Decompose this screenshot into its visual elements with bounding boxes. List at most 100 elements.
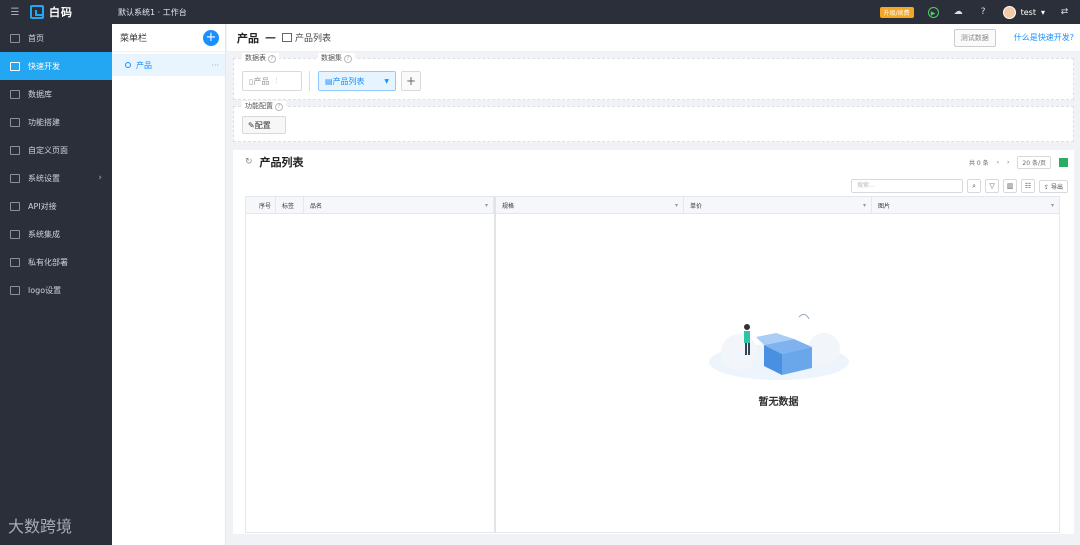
page-subtitle: 产品列表 — [295, 34, 332, 44]
brand-name: 白码 — [49, 6, 73, 19]
breadcrumb[interactable]: 默认系统1 · 工作台 — [118, 7, 187, 18]
dataset-value: 产品列表 — [332, 76, 365, 86]
question-icon[interactable]: ? — [268, 55, 276, 63]
dataset-select[interactable]: ▤ 产品列表 ▼ — [318, 71, 396, 91]
dataset-label: 数据集? — [318, 53, 355, 63]
menu-item-product[interactable]: 产品 ··· — [112, 54, 225, 76]
function-config-section: 功能配置? ✎ 配置 — [233, 101, 1074, 142]
top-right-tools: 升级/续费 ▶ ☁ ? test ▾ ⇄ — [879, 5, 1080, 19]
play-icon[interactable]: ▶ — [927, 6, 939, 18]
col-image[interactable]: 图片 ▾ — [872, 197, 1059, 213]
cube-icon — [10, 61, 20, 71]
support-icon[interactable]: ☁ — [953, 7, 964, 18]
caret-down-icon: ▾ — [862, 201, 866, 209]
config-button-label: 配置 — [254, 120, 271, 130]
edit-icon: ✎ — [248, 120, 255, 130]
table-value: 产品 — [253, 76, 270, 86]
menu-toggle-icon[interactable]: ☰ — [0, 7, 30, 18]
table-header: 序号 标签 品名 ▾ 规格 ▾ 单价 ▾ 图片 ▾ — [246, 197, 1059, 214]
more-icon[interactable]: ··· — [211, 61, 219, 70]
top-bar: ☰ 白码 默认系统1 · 工作台 升级/续费 ▶ ☁ ? test ▾ ⇄ — [0, 0, 1080, 24]
sidebar-item-home[interactable]: 首页 — [0, 24, 112, 52]
grid-view-icon[interactable] — [1059, 157, 1068, 167]
help-link[interactable]: 什么是快速开发? — [1014, 32, 1074, 43]
col-name[interactable]: 品名 ▾ — [304, 197, 494, 213]
search-input[interactable]: 搜索... — [851, 179, 964, 193]
page-icon — [10, 145, 20, 155]
switch-icon[interactable]: ⇄ — [1059, 7, 1070, 18]
add-menu-button[interactable]: + — [203, 30, 219, 46]
brand-logo-icon — [30, 5, 44, 19]
monitor-icon — [10, 173, 20, 183]
data-source-section: 数据表? 数据集? ▯ 产品 ⫶ ▤ 产品列表 ▼ + — [233, 53, 1074, 100]
config-button[interactable]: ✎ 配置 — [242, 116, 286, 134]
sidebar-item-database[interactable]: 数据库 — [0, 80, 112, 108]
col-price[interactable]: 单价 ▾ — [684, 197, 872, 213]
sidebar-item-label: API对接 — [28, 201, 57, 211]
sidebar-item-label: 系统设置 — [28, 173, 60, 183]
caret-down-icon: ▾ — [674, 201, 678, 209]
sidebar-item-label: 首页 — [28, 33, 44, 43]
refresh-icon[interactable]: ↻ — [245, 157, 253, 167]
empty-text: 暂无数据 — [758, 397, 799, 408]
title-dash: — — [265, 31, 276, 44]
caret-down-icon: ▾ — [1040, 7, 1045, 17]
menu-item-label: 产品 — [136, 60, 152, 70]
col-spec-label: 规格 — [502, 202, 515, 210]
page-size-select[interactable]: 20 条/页 — [1017, 155, 1051, 169]
empty-state: 暂无数据 — [496, 307, 1061, 408]
columns-icon[interactable]: ☷ — [1021, 179, 1036, 193]
next-page-icon[interactable]: › — [1007, 159, 1009, 166]
logo-icon — [10, 285, 20, 295]
api-icon — [10, 201, 20, 211]
col-index[interactable]: 序号 — [246, 197, 276, 213]
col-spec[interactable]: 规格 ▾ — [496, 197, 684, 213]
sidebar-item-custom-page[interactable]: 自定义页面 — [0, 136, 112, 164]
user-menu[interactable]: test ▾ — [1002, 5, 1045, 19]
prev-page-icon[interactable]: ‹ — [997, 159, 999, 166]
circle-icon — [125, 62, 131, 68]
sidebar-item-label: 私有化部署 — [28, 257, 68, 267]
col-price-label: 单价 — [690, 202, 703, 210]
help-book-icon[interactable]: ? — [978, 7, 989, 18]
search-icon[interactable]: ⌕ — [967, 179, 982, 193]
page-header: 产品 — 产品列表 测试数据 什么是快速开发? — [227, 24, 1080, 52]
sidebar-item-label: 数据库 — [28, 89, 52, 99]
chart-icon[interactable]: ▥ — [1003, 179, 1018, 193]
watermark: 大数跨境 — [8, 517, 73, 536]
table-label: 数据表? — [242, 53, 279, 63]
sidebar-item-label: 自定义页面 — [28, 145, 68, 155]
sidebar-item-builder[interactable]: 功能搭建 — [0, 108, 112, 136]
sidebar-item-private-deploy[interactable]: 私有化部署 — [0, 248, 112, 276]
server-icon — [10, 257, 20, 267]
home-icon — [10, 33, 20, 43]
list-title: 产品列表 — [259, 156, 304, 169]
data-table: 序号 标签 品名 ▾ 规格 ▾ 单价 ▾ 图片 ▾ 暂无数据 — [245, 196, 1060, 533]
sidebar: 首页 快速开发 数据库 功能搭建 自定义页面 系统设置 › API对接 系统集成 … — [0, 24, 112, 545]
col-tag[interactable]: 标签 — [276, 197, 304, 213]
export-label: 导出 — [1050, 183, 1063, 191]
brand[interactable]: 白码 — [30, 4, 112, 20]
sidebar-item-quick-dev[interactable]: 快速开发 — [0, 52, 112, 80]
pagination: 共 0 条 ‹ › 20 条/页 — [969, 155, 1074, 169]
export-button[interactable]: ⇪ 导出 — [1039, 179, 1068, 193]
sidebar-item-api[interactable]: API对接 — [0, 192, 112, 220]
add-dataset-button[interactable]: + — [401, 71, 421, 91]
question-icon[interactable]: ? — [344, 55, 352, 63]
filter-icon[interactable]: ▽ — [985, 179, 1000, 193]
user-name: test — [1020, 7, 1036, 17]
table-select[interactable]: ▯ 产品 ⫶ — [242, 71, 302, 91]
question-icon[interactable]: ? — [275, 103, 283, 111]
list-panel: ↻ 产品列表 共 0 条 ‹ › 20 条/页 搜索... ⌕ ▽ ▥ ☷ ⇪ … — [233, 150, 1074, 534]
layers-icon — [10, 229, 20, 239]
sidebar-item-integration[interactable]: 系统集成 — [0, 220, 112, 248]
divider — [309, 71, 310, 91]
main-area: 产品 — 产品列表 测试数据 什么是快速开发? 数据表? 数据集? ▯ 产品 ⫶ … — [227, 24, 1080, 545]
builder-icon — [10, 117, 20, 127]
avatar — [1002, 5, 1016, 19]
sidebar-item-settings[interactable]: 系统设置 › — [0, 164, 112, 192]
test-data-button[interactable]: 测试数据 — [953, 28, 996, 47]
sidebar-item-logo[interactable]: logo设置 — [0, 276, 112, 304]
upgrade-badge[interactable]: 升级/续费 — [879, 6, 914, 18]
empty-box-illustration — [708, 313, 849, 380]
